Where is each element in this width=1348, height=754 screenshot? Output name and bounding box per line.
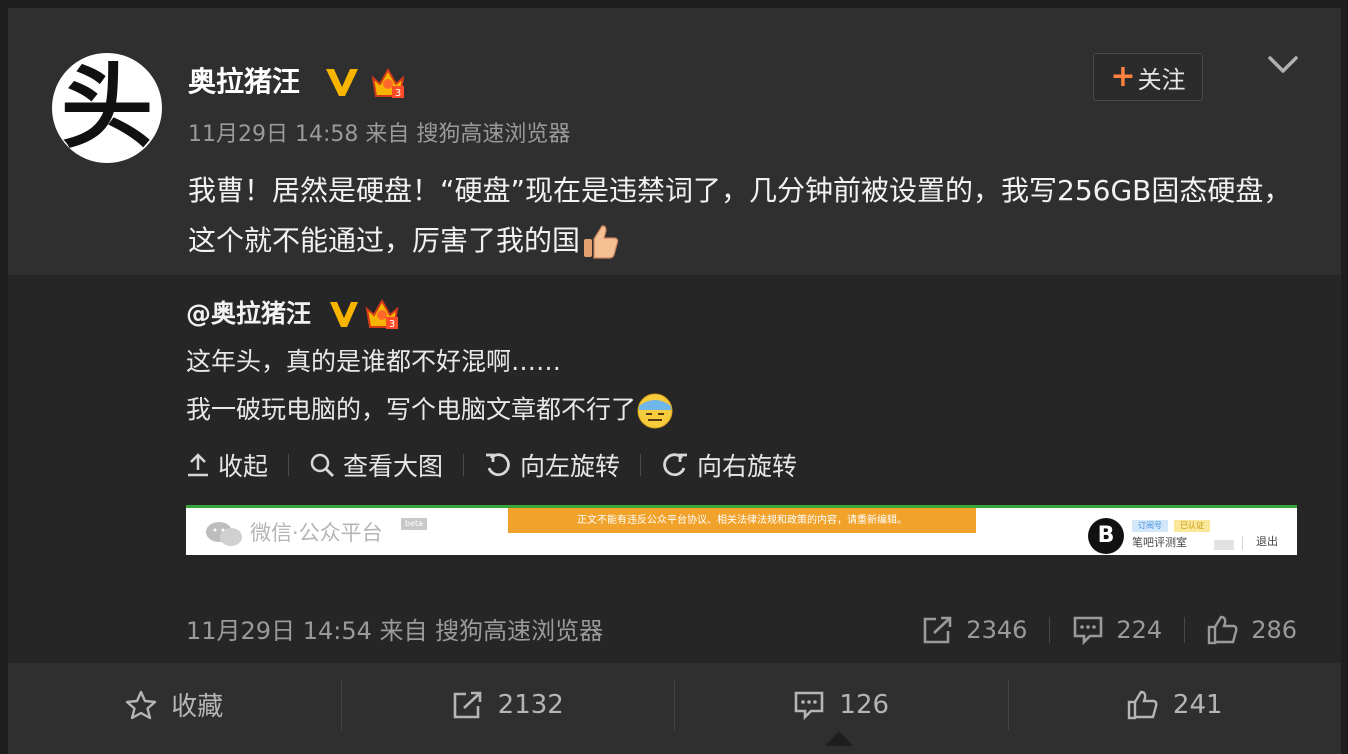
avatar-glyph: 头 — [60, 54, 153, 161]
follow-button[interactable]: + 关注 — [1093, 53, 1203, 101]
repost-text-line-1: 这年头，真的是谁都不好混啊…… — [186, 347, 562, 376]
comment-icon — [795, 691, 824, 720]
repost-username[interactable]: @奥拉猪汪 — [186, 297, 311, 331]
repost-block: @奥拉猪汪 3 这年头，真的是谁都不好混啊…… 我一破玩电脑的，写个电脑文章都不… — [8, 275, 1341, 663]
bottom-action-bar: 收藏 2132 126 241 — [8, 663, 1341, 746]
wechat-platform-title: 微信·公众平台 — [250, 521, 383, 545]
comment-caret-indicator — [825, 731, 853, 746]
plus-icon: + — [1110, 59, 1136, 94]
rotate-left-button[interactable]: 向左旋转 — [484, 447, 620, 483]
follow-label: 关注 — [1137, 65, 1186, 94]
repost-meta[interactable]: 11月29日 14:54 来自 搜狗高速浏览器 — [186, 614, 603, 648]
repost-stats: 2346 224 286 — [922, 612, 1297, 648]
rotate-left-icon — [486, 453, 510, 477]
rotate-left-label: 向左旋转 — [520, 452, 621, 481]
repost-count: 2132 — [497, 689, 564, 720]
share-icon — [923, 616, 952, 644]
divider — [640, 454, 642, 476]
thumbs-up-emoji-icon — [584, 225, 619, 259]
collapse-label: 收起 — [218, 452, 269, 481]
collapse-button[interactable]: 收起 — [186, 447, 268, 483]
divider — [1242, 536, 1243, 550]
repost-comment-count: 224 — [1116, 616, 1163, 644]
favorite-label: 收藏 — [171, 692, 224, 722]
chevron-down-icon[interactable] — [1266, 52, 1300, 78]
subscription-chip: 订阅号 — [1132, 520, 1168, 532]
verified-chip: 已认证 — [1174, 520, 1210, 532]
star-icon — [126, 690, 157, 719]
favorite-button[interactable]: 收藏 — [8, 663, 341, 746]
collapse-up-icon — [188, 453, 208, 477]
avatar[interactable]: 头 — [52, 53, 162, 163]
beta-tag: beta — [401, 518, 427, 530]
post-meta[interactable]: 11月29日 14:58 来自 搜狗高速浏览器 — [188, 120, 570, 150]
image-actions: 收起 查看大图 向左旋转 向右旋转 — [186, 447, 797, 483]
like-button[interactable]: 241 — [1009, 663, 1342, 746]
comment-icon — [1074, 616, 1103, 645]
verified-v-icon — [326, 69, 358, 96]
divider — [1049, 617, 1051, 643]
view-large-label: 查看大图 — [343, 452, 444, 481]
repost-button[interactable]: 2132 — [342, 663, 675, 746]
repost-like-count: 286 — [1251, 616, 1297, 644]
rotate-right-button[interactable]: 向右旋转 — [661, 447, 797, 483]
like-count: 241 — [1172, 689, 1223, 720]
share-icon — [453, 691, 481, 718]
repost-share-button[interactable]: 2346 — [922, 615, 1027, 645]
svg-text:3: 3 — [395, 88, 401, 99]
thumbs-up-icon — [1127, 690, 1158, 719]
rotate-right-label: 向右旋转 — [697, 452, 798, 481]
weibo-card: 头 奥拉猪汪 3 + 关注 11月29日 14:58 来自 搜狗高速浏览器 我曹… — [8, 8, 1341, 754]
divider — [288, 454, 290, 476]
post-text-content: 我曹！居然是硬盘！“硬盘”现在是违禁词了，几分钟前被设置的，我写256GB固态硬… — [188, 174, 1292, 257]
view-large-image-button[interactable]: 查看大图 — [309, 447, 443, 483]
verified-v-icon — [330, 302, 358, 327]
comment-count: 126 — [839, 689, 890, 720]
divider — [463, 454, 465, 476]
search-icon — [310, 453, 335, 477]
account-logo: B — [1088, 518, 1124, 554]
repost-like-button[interactable]: 286 — [1207, 615, 1297, 645]
username[interactable]: 奥拉猪汪 — [188, 64, 300, 100]
repost-share-count: 2346 — [966, 616, 1028, 644]
svg-text:3: 3 — [389, 319, 395, 330]
thumbs-up-icon — [1207, 615, 1238, 645]
exit-link: 退出 — [1256, 535, 1278, 548]
vip-crown-icon: 3 — [371, 67, 405, 99]
divider — [1184, 617, 1186, 643]
mail-icon — [1214, 540, 1234, 550]
account-name: 笔吧评测室 — [1132, 536, 1187, 549]
repost-comment-button[interactable]: 224 — [1072, 615, 1162, 645]
sweating-face-emoji-icon — [637, 393, 673, 429]
repost-text-line-2-content: 我一破玩电脑的，写个电脑文章都不行了 — [186, 395, 637, 424]
post-text: 我曹！居然是硬盘！“硬盘”现在是违禁词了，几分钟前被设置的，我写256GB固态硬… — [188, 166, 1298, 266]
repost-text-line-2: 我一破玩电脑的，写个电脑文章都不行了 — [186, 392, 674, 430]
wechat-logo-icon — [206, 522, 242, 546]
attached-image-wechat-screenshot[interactable]: 微信·公众平台 beta 正文不能有违反公众平台协议、相关法律法规和政策的内容，… — [186, 505, 1297, 555]
vip-crown-icon: 3 — [365, 298, 399, 330]
rotate-right-icon — [663, 453, 688, 477]
warning-banner: 正文不能有违反公众平台协议、相关法律法规和政策的内容，请重新编辑。 — [508, 508, 976, 533]
